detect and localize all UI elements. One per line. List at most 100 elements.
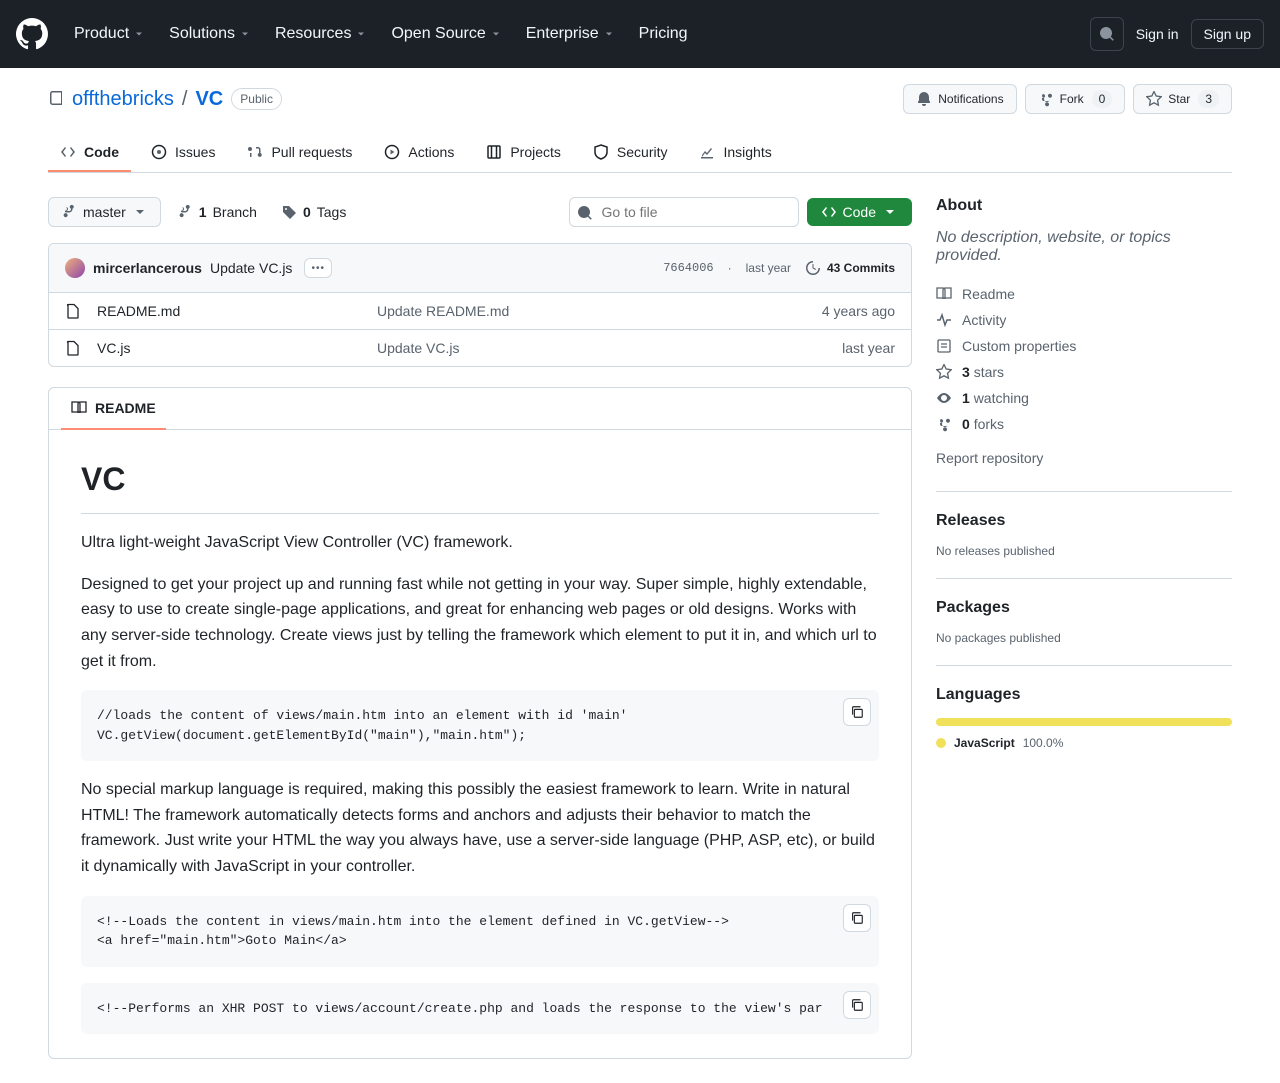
packages-empty: No packages published <box>936 631 1232 645</box>
code-block: //loads the content of views/main.htm in… <box>81 690 879 761</box>
copy-button[interactable] <box>843 904 871 932</box>
commit-sha-link[interactable]: 7664006 <box>663 261 713 275</box>
issues-icon <box>151 144 167 160</box>
chevron-down-icon <box>239 28 251 40</box>
chevron-down-icon <box>882 204 898 220</box>
file-commit-link[interactable]: Update VC.js <box>377 340 775 356</box>
star-button[interactable]: Star3 <box>1133 84 1232 114</box>
tab-security[interactable]: Security <box>581 134 680 172</box>
copy-button[interactable] <box>843 698 871 726</box>
tab-insights[interactable]: Insights <box>687 134 783 172</box>
readme-title: VC <box>81 454 879 514</box>
releases-empty: No releases published <box>936 544 1232 558</box>
copy-button[interactable] <box>843 991 871 1019</box>
branch-select-button[interactable]: master <box>48 197 161 227</box>
custom-properties-link[interactable]: Custom properties <box>936 333 1232 359</box>
file-commit-link[interactable]: Update README.md <box>377 303 775 319</box>
language-color-dot <box>936 738 946 748</box>
releases-heading[interactable]: Releases <box>936 512 1232 530</box>
visibility-badge: Public <box>231 88 282 110</box>
sign-in-link[interactable]: Sign in <box>1136 26 1179 42</box>
play-icon <box>384 144 400 160</box>
nav-item-open-source[interactable]: Open Source <box>381 17 511 51</box>
activity-link[interactable]: Activity <box>936 307 1232 333</box>
readme-link[interactable]: Readme <box>936 281 1232 307</box>
tab-actions[interactable]: Actions <box>372 134 466 172</box>
owner-link[interactable]: offthebricks <box>72 88 174 111</box>
global-nav: ProductSolutionsResourcesOpen SourceEnte… <box>64 17 1090 51</box>
chevron-down-icon <box>132 204 148 220</box>
languages-heading: Languages <box>936 686 1232 704</box>
readme-tab[interactable]: README <box>61 388 166 430</box>
chevron-down-icon <box>355 28 367 40</box>
language-bar <box>936 718 1232 726</box>
forks-link[interactable]: 0 forks <box>936 411 1232 437</box>
readme-paragraph: Designed to get your project up and runn… <box>81 572 879 674</box>
chevron-down-icon <box>133 28 145 40</box>
notifications-button[interactable]: Notifications <box>903 84 1016 114</box>
code-block: <!--Performs an XHR POST to views/accoun… <box>81 983 879 1035</box>
chevron-down-icon <box>603 28 615 40</box>
file-name-link[interactable]: VC.js <box>97 340 377 356</box>
repo-tabs: CodeIssuesPull requestsActionsProjectsSe… <box>48 134 1232 173</box>
graph-icon <box>699 144 715 160</box>
file-listing: mircerlancerous Update VC.js ••• 7664006… <box>48 243 912 367</box>
project-icon <box>486 144 502 160</box>
search-button[interactable] <box>1090 17 1124 51</box>
star-count: 3 <box>1198 90 1219 108</box>
code-toolbar: master 1Branch 0Tags Code <box>48 197 912 227</box>
sign-up-button[interactable]: Sign up <box>1191 19 1264 49</box>
readme-container: README VC Ultra light-weight JavaScript … <box>48 387 912 1059</box>
packages-heading[interactable]: Packages <box>936 599 1232 617</box>
branches-link[interactable]: 1Branch <box>169 204 265 220</box>
report-link[interactable]: Report repository <box>936 445 1232 471</box>
avatar[interactable] <box>65 258 85 278</box>
tab-code[interactable]: Code <box>48 134 131 172</box>
repo-icon <box>48 91 64 107</box>
chevron-down-icon <box>490 28 502 40</box>
code-block: <!--Loads the content in views/main.htm … <box>81 896 879 967</box>
file-icon <box>65 303 81 319</box>
file-date: last year <box>775 340 895 356</box>
sidebar: About No description, website, or topics… <box>936 197 1232 1059</box>
file-date: 4 years ago <box>775 303 895 319</box>
watching-link[interactable]: 1 watching <box>936 385 1232 411</box>
commit-message-link[interactable]: Update VC.js <box>210 260 292 276</box>
code-icon <box>60 144 76 160</box>
fork-button[interactable]: Fork0 <box>1025 84 1126 114</box>
fork-count: 0 <box>1092 90 1113 108</box>
code-download-button[interactable]: Code <box>807 198 912 226</box>
nav-item-solutions[interactable]: Solutions <box>159 17 261 51</box>
pr-icon <box>247 144 263 160</box>
tab-projects[interactable]: Projects <box>474 134 573 172</box>
nav-item-resources[interactable]: Resources <box>265 17 377 51</box>
repo-header: offthebricks / VC Public Notifications F… <box>48 68 1232 122</box>
file-search <box>569 197 799 227</box>
global-header: ProductSolutionsResourcesOpen SourceEnte… <box>0 0 1280 68</box>
commit-author-link[interactable]: mircerlancerous <box>93 260 202 276</box>
file-row: README.md Update README.md 4 years ago <box>49 293 911 330</box>
nav-item-pricing[interactable]: Pricing <box>629 17 698 51</box>
commit-expand-button[interactable]: ••• <box>304 258 332 278</box>
about-heading: About <box>936 197 1232 215</box>
latest-commit-row: mircerlancerous Update VC.js ••• 7664006… <box>49 244 911 293</box>
nav-item-enterprise[interactable]: Enterprise <box>516 17 625 51</box>
repo-name-link[interactable]: VC <box>195 88 223 111</box>
stars-link[interactable]: 3 stars <box>936 359 1232 385</box>
commit-time: last year <box>746 261 791 275</box>
file-row: VC.js Update VC.js last year <box>49 330 911 366</box>
tags-link[interactable]: 0Tags <box>273 204 354 220</box>
nav-item-product[interactable]: Product <box>64 17 155 51</box>
readme-paragraph: No special markup language is required, … <box>81 777 879 879</box>
file-icon <box>65 340 81 356</box>
tab-issues[interactable]: Issues <box>139 134 227 172</box>
github-logo-icon[interactable] <box>16 18 48 50</box>
commits-link[interactable]: 43 Commits <box>805 260 895 276</box>
search-icon <box>577 205 593 221</box>
tab-pull-requests[interactable]: Pull requests <box>235 134 364 172</box>
language-item[interactable]: JavaScript 100.0% <box>936 736 1232 750</box>
file-name-link[interactable]: README.md <box>97 303 377 319</box>
file-search-input[interactable] <box>569 197 799 227</box>
about-description: No description, website, or topics provi… <box>936 229 1232 265</box>
readme-paragraph: Ultra light-weight JavaScript View Contr… <box>81 530 879 556</box>
